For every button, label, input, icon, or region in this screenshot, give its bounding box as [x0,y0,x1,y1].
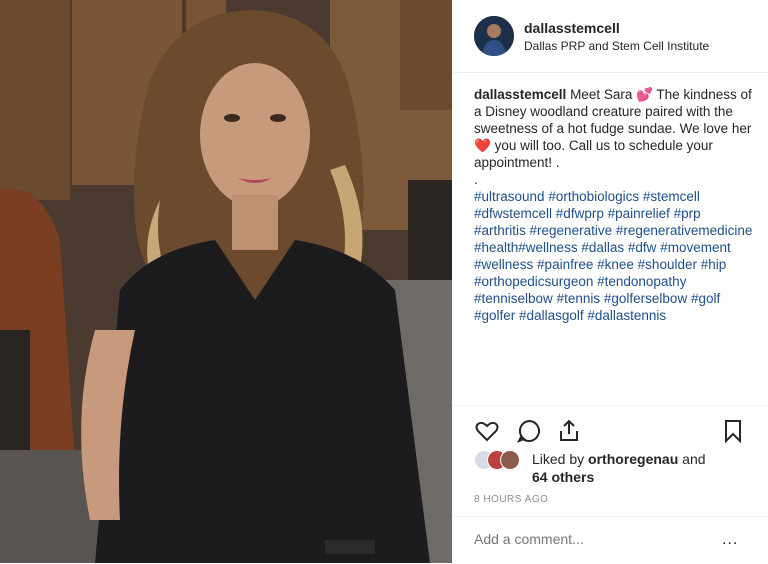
hashtag-link[interactable]: #hip [701,257,727,272]
comment-icon[interactable] [516,418,542,444]
hashtag-link[interactable]: #orthobiologics [548,189,639,204]
caption-username[interactable]: dallasstemcell [474,87,566,102]
post-image [0,0,452,563]
hashtag-link[interactable]: #shoulder [638,257,697,272]
liked-by-others[interactable]: 64 others [532,469,594,485]
comment-bar: ... [452,516,768,564]
avatar-image [474,16,514,56]
hashtag-link[interactable]: #golfer [474,308,515,323]
hashtag-link[interactable]: #orthopedicsurgeon [474,274,593,289]
hashtag-link[interactable]: #dallasgolf [519,308,584,323]
bookmark-icon[interactable] [720,418,746,444]
share-icon[interactable] [556,418,582,444]
post-username[interactable]: dallasstemcell [524,20,620,36]
hashtag-link[interactable]: #dfw [628,240,657,255]
heart-icon[interactable] [474,418,500,444]
post-timestamp[interactable]: 8 HOURS AGO [474,494,548,505]
caption-dot: . [474,172,478,187]
more-options-icon[interactable]: ... [722,531,738,549]
avatar[interactable] [474,16,514,56]
liker-avatars[interactable] [474,450,530,470]
hashtag-link[interactable]: #golf [691,291,720,306]
hashtag-link[interactable]: #golferselbow [604,291,687,306]
post-header: dallasstemcell Dallas PRP and Stem Cell … [452,0,768,73]
post-photo[interactable] [0,0,452,563]
hashtag-link[interactable]: #ultrasound [474,189,545,204]
hashtag-list: #ultrasound #orthobiologics #stemcell #d… [474,188,754,324]
hashtag-link[interactable]: #dfwprp [556,206,604,221]
hashtag-link[interactable]: #painrelief [608,206,670,221]
hashtag-link[interactable]: #tendonopathy [597,274,686,289]
hashtag-link[interactable]: #regenerativemedicine [616,223,753,238]
hashtag-link[interactable]: #dallas [581,240,624,255]
liked-by-joiner: and [678,451,706,467]
liked-by-text: Liked by orthoregenau and 64 others [532,450,732,486]
likes-summary: Liked by orthoregenau and 64 others [474,450,764,490]
post-sidebar: dallasstemcell Dallas PRP and Stem Cell … [452,0,768,563]
action-bar [452,405,768,454]
hashtag-link[interactable]: #knee [597,257,634,272]
hashtag-link[interactable]: #dfwstemcell [474,206,552,221]
hashtag-link[interactable]: #arthritis [474,223,526,238]
post-location[interactable]: Dallas PRP and Stem Cell Institute [524,39,709,53]
hashtag-link[interactable]: #tennis [557,291,601,306]
post-caption: dallasstemcell Meet Sara 💕 The kindness … [474,86,754,324]
hashtag-link[interactable]: #movement [660,240,731,255]
hashtag-link[interactable]: #stemcell [643,189,700,204]
hashtag-link[interactable]: #tenniselbow [474,291,553,306]
comment-input[interactable] [474,531,694,547]
hashtag-link[interactable]: #wellness [474,257,533,272]
sparkling-heart-emoji: 💕 [636,87,653,102]
liked-by-user[interactable]: orthoregenau [588,451,678,467]
hashtag-link[interactable]: #health#wellness [474,240,578,255]
caption-text-3: you will too. Call us to schedule your a… [474,138,713,170]
hashtag-link[interactable]: #prp [674,206,701,221]
red-heart-emoji: ❤️ [474,138,491,153]
hashtag-link[interactable]: #regenerative [530,223,613,238]
liker-avatar [500,450,520,470]
caption-text-1: Meet Sara [566,87,637,102]
hashtag-link[interactable]: #dallastennis [587,308,666,323]
hashtag-link[interactable]: #painfree [537,257,593,272]
liked-by-prefix: Liked by [532,451,589,467]
